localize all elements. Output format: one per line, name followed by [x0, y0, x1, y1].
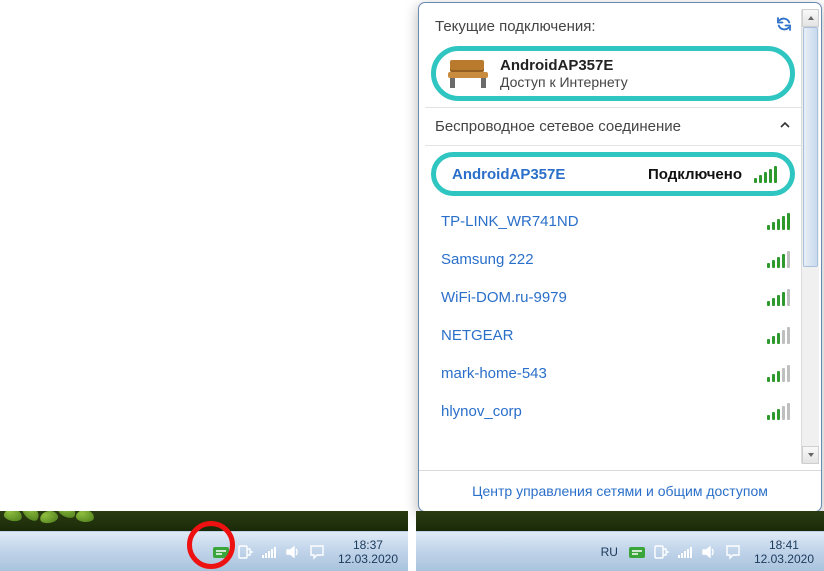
wireless-network-row[interactable]: TP-LINK_WR741ND [427, 202, 799, 240]
taskbar-right-rail: RU 18:41 12.03.2020 [416, 511, 824, 571]
clock-time: 18:37 [338, 538, 398, 552]
wireless-network-tail [767, 364, 791, 382]
signal-strength-icon [767, 212, 791, 230]
network-flyout: Текущие подключения: AndroidAP357E [418, 2, 822, 512]
clock-right[interactable]: 18:41 12.03.2020 [748, 536, 820, 568]
current-connection-name: AndroidAP357E [500, 57, 628, 74]
wireless-section-header[interactable]: Беспроводное сетевое соединение [425, 107, 801, 146]
tray-right: RU 18:41 12.03.2020 [597, 536, 820, 568]
wireless-network-name: Samsung 222 [441, 251, 534, 268]
current-connection-texts: AndroidAP357E Доступ к Интернету [500, 57, 628, 90]
wireless-network-tail: Подключено [648, 165, 778, 183]
signal-strength-icon [754, 165, 778, 183]
desktop-peek-right [416, 511, 824, 531]
signal-strength-icon [767, 250, 791, 268]
taskbar-right: RU 18:41 12.03.2020 [416, 531, 824, 571]
network-tray-icon[interactable] [260, 543, 278, 561]
scrollbar-track[interactable] [802, 27, 819, 446]
wireless-network-status: Подключено [648, 166, 742, 183]
clock-left[interactable]: 18:37 12.03.2020 [332, 536, 404, 568]
volume-icon[interactable] [284, 543, 302, 561]
wireless-network-row[interactable]: hlynov_corp [427, 392, 799, 430]
wireless-network-row[interactable]: mark-home-543 [427, 354, 799, 392]
wireless-network-row[interactable]: NETGEAR [427, 316, 799, 354]
current-connection-status: Доступ к Интернету [500, 74, 628, 90]
current-connections-label: Текущие подключения: [435, 18, 596, 35]
network-center-link[interactable]: Центр управления сетями и общим доступом [419, 470, 821, 511]
clock-date: 12.03.2020 [338, 552, 398, 566]
wireless-network-name: TP-LINK_WR741ND [441, 213, 579, 230]
wireless-network-tail [767, 402, 791, 420]
network-category-icon [446, 58, 490, 90]
scrollbar-thumb[interactable] [803, 27, 818, 267]
wireless-network-name: hlynov_corp [441, 403, 522, 420]
current-connections-header: Текущие подключения: [425, 9, 801, 46]
taskbar-left: 18:37 12.03.2020 [0, 531, 408, 571]
signal-strength-icon [767, 326, 791, 344]
signal-strength-icon [767, 288, 791, 306]
power-icon[interactable] [236, 543, 254, 561]
wireless-network-tail [767, 326, 791, 344]
wireless-network-row[interactable]: Samsung 222 [427, 240, 799, 278]
flyout-scrollbar[interactable] [801, 9, 819, 464]
scrollbar-down-button[interactable] [802, 446, 819, 464]
wireless-network-name: mark-home-543 [441, 365, 547, 382]
clock-date: 12.03.2020 [754, 552, 814, 566]
language-indicator[interactable]: RU [597, 543, 622, 561]
bottom-rails: 18:37 12.03.2020 RU [0, 511, 824, 571]
wireless-network-name: WiFi-DOM.ru-9979 [441, 289, 567, 306]
wireless-network-row[interactable]: WiFi-DOM.ru-9979 [427, 278, 799, 316]
signal-strength-icon [767, 402, 791, 420]
wireless-section-label: Беспроводное сетевое соединение [435, 118, 681, 135]
wireless-network-list: AndroidAP357E Подключено TP-LINK_WR741ND Sa… [425, 146, 801, 434]
wireless-network-row[interactable]: AndroidAP357E Подключено [444, 161, 782, 187]
signal-strength-icon [767, 364, 791, 382]
wireless-network-tail [767, 212, 791, 230]
tray-left: 18:37 12.03.2020 [212, 536, 404, 568]
power-icon[interactable] [652, 543, 670, 561]
volume-icon[interactable] [700, 543, 718, 561]
connected-network-highlight: AndroidAP357E Подключено [431, 152, 795, 196]
action-center-icon[interactable] [308, 543, 326, 561]
wireless-network-tail [767, 288, 791, 306]
flyout-content: Текущие подключения: AndroidAP357E [425, 9, 801, 464]
current-connection-row[interactable]: AndroidAP357E Доступ к Интернету [444, 55, 782, 92]
tray-app-icon[interactable] [628, 543, 646, 561]
wireless-network-name: NETGEAR [441, 327, 514, 344]
current-connection-highlight: AndroidAP357E Доступ к Интернету [431, 46, 795, 101]
wireless-network-name: AndroidAP357E [452, 166, 565, 183]
clock-time: 18:41 [754, 538, 814, 552]
desktop-peek-left [0, 511, 408, 531]
wireless-network-tail [767, 250, 791, 268]
chevron-up-icon [779, 119, 791, 134]
action-center-icon[interactable] [724, 543, 742, 561]
flyout-body: Текущие подключения: AndroidAP357E [419, 3, 821, 470]
refresh-icon[interactable] [775, 15, 793, 38]
taskbar-left-rail: 18:37 12.03.2020 [0, 511, 408, 571]
network-tray-icon[interactable] [676, 543, 694, 561]
tray-app-icon[interactable] [212, 543, 230, 561]
scrollbar-up-button[interactable] [802, 9, 819, 27]
